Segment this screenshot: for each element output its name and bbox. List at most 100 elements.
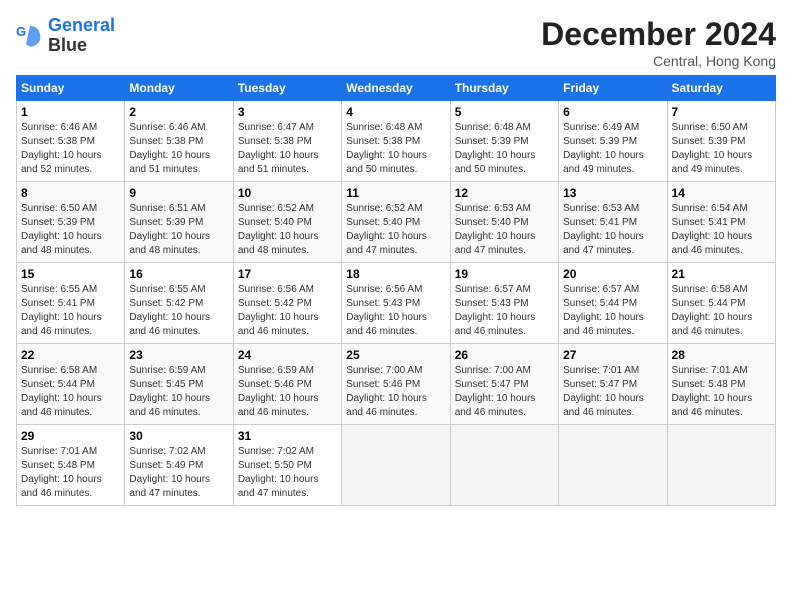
calendar-cell: 4 Sunrise: 6:48 AM Sunset: 5:38 PM Daylig… (342, 101, 450, 182)
calendar-body: 1 Sunrise: 6:46 AM Sunset: 5:38 PM Daylig… (17, 101, 776, 506)
day-number: 2 (129, 105, 228, 119)
day-number: 25 (346, 348, 445, 362)
day-info: Sunrise: 6:50 AM Sunset: 5:39 PM Dayligh… (21, 202, 120, 258)
calendar-cell: 30 Sunrise: 7:02 AM Sunset: 5:49 PM Dayli… (125, 425, 233, 506)
calendar-cell: 18Sunrise: 6:56 AM Sunset: 5:43 PM Dayli… (342, 263, 450, 344)
calendar-cell (450, 425, 558, 506)
day-number: 4 (346, 105, 445, 119)
day-number: 13 (563, 186, 662, 200)
calendar-cell: 7Sunrise: 6:50 AM Sunset: 5:39 PM Daylig… (667, 101, 775, 182)
day-info: Sunrise: 6:57 AM Sunset: 5:44 PM Dayligh… (563, 283, 662, 339)
location-subtitle: Central, Hong Kong (541, 53, 776, 69)
day-number: 20 (563, 267, 662, 281)
calendar-week-row: 29 Sunrise: 7:01 AM Sunset: 5:48 PM Dayli… (17, 425, 776, 506)
calendar-cell: 11Sunrise: 6:52 AM Sunset: 5:40 PM Dayli… (342, 182, 450, 263)
day-info: Sunrise: 7:02 AM Sunset: 5:49 PM Dayligh… (129, 445, 228, 501)
calendar-table: Sunday Monday Tuesday Wednesday Thursday… (16, 75, 776, 506)
day-number: 19 (455, 267, 554, 281)
day-number: 29 (21, 429, 120, 443)
day-info: Sunrise: 6:48 AM Sunset: 5:39 PM Dayligh… (455, 121, 554, 177)
day-info: Sunrise: 6:54 AM Sunset: 5:41 PM Dayligh… (672, 202, 771, 258)
calendar-cell: 5 Sunrise: 6:48 AM Sunset: 5:39 PM Daylig… (450, 101, 558, 182)
logo: G General Blue (16, 16, 115, 56)
calendar-cell: 28Sunrise: 7:01 AM Sunset: 5:48 PM Dayli… (667, 344, 775, 425)
day-info: Sunrise: 6:57 AM Sunset: 5:43 PM Dayligh… (455, 283, 554, 339)
day-number: 30 (129, 429, 228, 443)
header-thursday: Thursday (450, 76, 558, 101)
calendar-week-row: 1 Sunrise: 6:46 AM Sunset: 5:38 PM Daylig… (17, 101, 776, 182)
calendar-cell: 26 Sunrise: 7:00 AM Sunset: 5:47 PM Dayli… (450, 344, 558, 425)
calendar-cell (342, 425, 450, 506)
day-info: Sunrise: 6:48 AM Sunset: 5:38 PM Dayligh… (346, 121, 445, 177)
day-number: 22 (21, 348, 120, 362)
calendar-cell: 22 Sunrise: 6:58 AM Sunset: 5:44 PM Dayli… (17, 344, 125, 425)
day-info: Sunrise: 7:00 AM Sunset: 5:47 PM Dayligh… (455, 364, 554, 420)
day-info: Sunrise: 6:59 AM Sunset: 5:45 PM Dayligh… (129, 364, 228, 420)
day-info: Sunrise: 7:02 AM Sunset: 5:50 PM Dayligh… (238, 445, 337, 501)
day-number: 18 (346, 267, 445, 281)
day-info: Sunrise: 6:55 AM Sunset: 5:41 PM Dayligh… (21, 283, 120, 339)
calendar-cell: 21 Sunrise: 6:58 AM Sunset: 5:44 PM Dayli… (667, 263, 775, 344)
calendar-cell: 27 Sunrise: 7:01 AM Sunset: 5:47 PM Dayli… (559, 344, 667, 425)
day-info: Sunrise: 6:49 AM Sunset: 5:39 PM Dayligh… (563, 121, 662, 177)
logo-text: General Blue (48, 16, 115, 56)
calendar-week-row: 8 Sunrise: 6:50 AM Sunset: 5:39 PM Daylig… (17, 182, 776, 263)
calendar-week-row: 15 Sunrise: 6:55 AM Sunset: 5:41 PM Dayli… (17, 263, 776, 344)
header-wednesday: Wednesday (342, 76, 450, 101)
day-number: 14 (672, 186, 771, 200)
calendar-cell: 13 Sunrise: 6:53 AM Sunset: 5:41 PM Dayli… (559, 182, 667, 263)
day-number: 28 (672, 348, 771, 362)
day-number: 5 (455, 105, 554, 119)
day-info: Sunrise: 6:51 AM Sunset: 5:39 PM Dayligh… (129, 202, 228, 258)
day-number: 12 (455, 186, 554, 200)
day-info: Sunrise: 6:58 AM Sunset: 5:44 PM Dayligh… (21, 364, 120, 420)
day-number: 10 (238, 186, 337, 200)
calendar-cell: 31Sunrise: 7:02 AM Sunset: 5:50 PM Dayli… (233, 425, 341, 506)
header-sunday: Sunday (17, 76, 125, 101)
calendar-cell: 29 Sunrise: 7:01 AM Sunset: 5:48 PM Dayli… (17, 425, 125, 506)
day-info: Sunrise: 6:47 AM Sunset: 5:38 PM Dayligh… (238, 121, 337, 177)
day-number: 11 (346, 186, 445, 200)
calendar-cell: 16 Sunrise: 6:55 AM Sunset: 5:42 PM Dayli… (125, 263, 233, 344)
calendar-cell: 1 Sunrise: 6:46 AM Sunset: 5:38 PM Daylig… (17, 101, 125, 182)
day-number: 9 (129, 186, 228, 200)
day-info: Sunrise: 6:53 AM Sunset: 5:40 PM Dayligh… (455, 202, 554, 258)
calendar-cell: 9 Sunrise: 6:51 AM Sunset: 5:39 PM Daylig… (125, 182, 233, 263)
day-info: Sunrise: 6:53 AM Sunset: 5:41 PM Dayligh… (563, 202, 662, 258)
calendar-header: Sunday Monday Tuesday Wednesday Thursday… (17, 76, 776, 101)
calendar-week-row: 22 Sunrise: 6:58 AM Sunset: 5:44 PM Dayli… (17, 344, 776, 425)
calendar-cell (559, 425, 667, 506)
day-number: 7 (672, 105, 771, 119)
day-number: 16 (129, 267, 228, 281)
day-info: Sunrise: 6:55 AM Sunset: 5:42 PM Dayligh… (129, 283, 228, 339)
day-number: 3 (238, 105, 337, 119)
page-header: G General Blue December 2024 Central, Ho… (16, 16, 776, 69)
month-title: December 2024 (541, 16, 776, 53)
day-number: 27 (563, 348, 662, 362)
day-info: Sunrise: 6:56 AM Sunset: 5:42 PM Dayligh… (238, 283, 337, 339)
day-info: Sunrise: 6:52 AM Sunset: 5:40 PM Dayligh… (238, 202, 337, 258)
svg-text:G: G (16, 24, 26, 39)
header-friday: Friday (559, 76, 667, 101)
header-monday: Monday (125, 76, 233, 101)
day-info: Sunrise: 6:46 AM Sunset: 5:38 PM Dayligh… (21, 121, 120, 177)
day-number: 26 (455, 348, 554, 362)
day-info: Sunrise: 7:01 AM Sunset: 5:48 PM Dayligh… (21, 445, 120, 501)
calendar-cell: 25 Sunrise: 7:00 AM Sunset: 5:46 PM Dayli… (342, 344, 450, 425)
day-info: Sunrise: 7:01 AM Sunset: 5:47 PM Dayligh… (563, 364, 662, 420)
calendar-cell: 17Sunrise: 6:56 AM Sunset: 5:42 PM Dayli… (233, 263, 341, 344)
day-info: Sunrise: 6:58 AM Sunset: 5:44 PM Dayligh… (672, 283, 771, 339)
day-number: 21 (672, 267, 771, 281)
header-tuesday: Tuesday (233, 76, 341, 101)
day-info: Sunrise: 6:46 AM Sunset: 5:38 PM Dayligh… (129, 121, 228, 177)
calendar-cell: 15 Sunrise: 6:55 AM Sunset: 5:41 PM Dayli… (17, 263, 125, 344)
calendar-cell: 23Sunrise: 6:59 AM Sunset: 5:45 PM Dayli… (125, 344, 233, 425)
day-number: 1 (21, 105, 120, 119)
calendar-cell: 12 Sunrise: 6:53 AM Sunset: 5:40 PM Dayli… (450, 182, 558, 263)
day-number: 15 (21, 267, 120, 281)
header-saturday: Saturday (667, 76, 775, 101)
day-info: Sunrise: 7:00 AM Sunset: 5:46 PM Dayligh… (346, 364, 445, 420)
title-block: December 2024 Central, Hong Kong (541, 16, 776, 69)
day-number: 8 (21, 186, 120, 200)
calendar-cell: 19 Sunrise: 6:57 AM Sunset: 5:43 PM Dayli… (450, 263, 558, 344)
